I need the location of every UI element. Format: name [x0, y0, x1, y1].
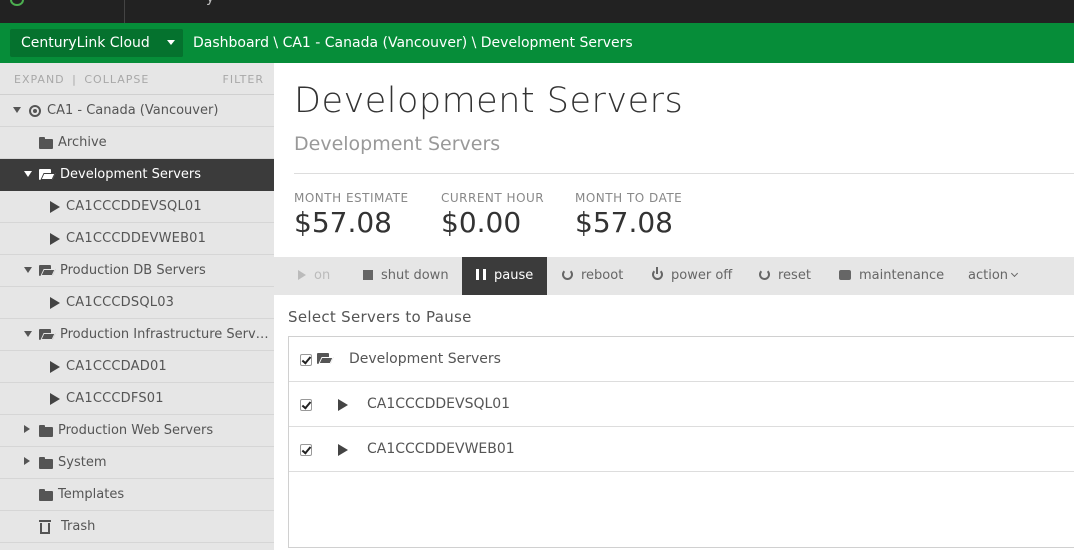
top-bar-divider: [124, 0, 125, 23]
logo-icon[interactable]: [10, 0, 24, 6]
breadcrumb[interactable]: Dashboard \ CA1 - Canada (Vancouver) \ D…: [193, 23, 633, 63]
chevron-down-icon[interactable]: [24, 171, 32, 177]
nav-bar: CenturyLink Cloud Customer Dashboard \ C…: [0, 23, 1074, 63]
list-item[interactable]: Development Servers: [289, 337, 1074, 382]
power-icon: [652, 267, 663, 280]
group-checkbox[interactable]: [300, 354, 312, 366]
folder-icon: [39, 489, 53, 501]
reset-button[interactable]: reset: [759, 257, 811, 295]
power-off-button[interactable]: power off: [652, 257, 732, 295]
sidebar-item-datacenter[interactable]: CA1 - Canada (Vancouver): [0, 95, 274, 127]
shut-down-button[interactable]: shut down: [363, 257, 449, 295]
list-item[interactable]: CA1CCCDDEVWEB01: [289, 427, 1074, 472]
power-on-button[interactable]: on: [298, 257, 330, 295]
sidebar-item-server[interactable]: CA1CCCDDEVWEB01: [0, 223, 274, 255]
play-icon: [50, 297, 60, 309]
play-icon: [338, 444, 348, 456]
chevron-down-icon[interactable]: [24, 267, 32, 273]
maintenance-button[interactable]: maintenance: [839, 257, 944, 295]
chevron-down-icon: [1010, 269, 1019, 278]
sidebar-item-server[interactable]: CA1CCCDFS01: [0, 383, 274, 415]
expand-link[interactable]: EXPAND: [14, 73, 65, 86]
reboot-button[interactable]: reboot: [562, 257, 623, 295]
sidebar-item-system[interactable]: System: [0, 447, 274, 479]
folder-open-icon: [39, 329, 56, 340]
play-icon: [298, 269, 306, 280]
list-item[interactable]: CA1CCCDDEVSQL01: [289, 382, 1074, 427]
sidebar-item-server[interactable]: CA1CCCDAD01: [0, 351, 274, 383]
play-icon: [50, 361, 60, 373]
filter-link[interactable]: FILTER: [223, 73, 265, 86]
sidebar-item-templates[interactable]: Templates: [0, 479, 274, 511]
folder-icon: [39, 137, 53, 149]
chevron-right-icon[interactable]: [24, 425, 30, 433]
pause-icon: [476, 269, 486, 280]
stat-month-estimate: MONTH ESTIMATE $57.08: [294, 191, 409, 239]
sidebar-item-server[interactable]: CA1CCCDSQL03: [0, 287, 274, 319]
sidebar-item-archive[interactable]: Archive: [0, 127, 274, 159]
account-selector[interactable]: CenturyLink Cloud Customer: [10, 29, 183, 57]
sidebar-item-trash[interactable]: Trash: [0, 511, 274, 543]
page-subtitle: Development Servers: [294, 133, 501, 155]
collapse-link[interactable]: COLLAPSE: [84, 73, 149, 86]
folder-open-icon: [317, 353, 334, 364]
play-icon: [50, 233, 60, 245]
folder-open-icon: [39, 265, 56, 276]
sidebar-item-production-db-servers[interactable]: Production DB Servers: [0, 255, 274, 287]
action-toolbar: on shut down pause reboot power off rese…: [274, 257, 1074, 295]
selection-title: Select Servers to Pause: [288, 308, 472, 326]
toolbox-icon: [839, 269, 851, 280]
sidebar-item-production-web-servers[interactable]: Production Web Servers: [0, 415, 274, 447]
server-selection-list: Development Servers CA1CCCDDEVSQL01 CA1C…: [288, 336, 1074, 548]
pause-button[interactable]: pause: [462, 257, 548, 295]
refresh-icon: [562, 269, 573, 280]
refresh-icon: [759, 269, 770, 280]
action-dropdown[interactable]: action: [968, 257, 1019, 295]
sidebar: EXPAND | COLLAPSE FILTER CA1 - Canada (V…: [0, 63, 274, 550]
play-icon: [50, 393, 60, 405]
top-bar: y: [0, 0, 1074, 23]
divider: [294, 173, 1074, 174]
stop-icon: [363, 269, 373, 280]
datacenter-icon: [29, 105, 41, 117]
chevron-right-icon[interactable]: [24, 457, 30, 465]
sidebar-item-server[interactable]: CA1CCCDDEVSQL01: [0, 191, 274, 223]
chevron-down-icon[interactable]: [13, 107, 21, 113]
main-content: Development Servers Development Servers …: [274, 63, 1074, 550]
page-title: Development Servers: [294, 81, 684, 121]
sidebar-item-development-servers[interactable]: Development Servers: [0, 159, 274, 191]
trash-icon: [39, 520, 51, 534]
server-checkbox[interactable]: [300, 444, 312, 456]
folder-open-icon: [39, 169, 56, 180]
server-checkbox[interactable]: [300, 399, 312, 411]
stat-current-hour: CURRENT HOUR $0.00: [441, 191, 545, 239]
stat-month-to-date: MONTH TO DATE $57.08: [575, 191, 683, 239]
folder-icon: [39, 457, 53, 469]
chevron-down-icon[interactable]: [24, 331, 32, 337]
play-icon: [50, 201, 60, 213]
folder-icon: [39, 425, 53, 437]
top-bar-text: y: [206, 0, 214, 6]
chevron-down-icon: [167, 40, 175, 45]
sidebar-item-production-infrastructure[interactable]: Production Infrastructure Serv…: [0, 319, 274, 351]
play-icon: [338, 399, 348, 411]
sidebar-header: EXPAND | COLLAPSE FILTER: [0, 63, 274, 95]
